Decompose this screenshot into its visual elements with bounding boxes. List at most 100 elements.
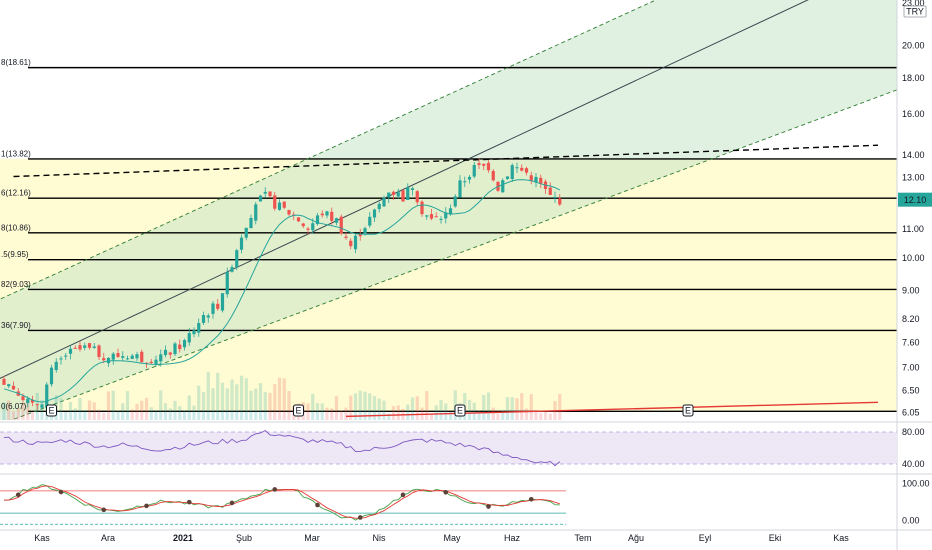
candle-body[interactable] <box>387 192 391 198</box>
candle-body[interactable] <box>273 195 277 209</box>
candle-body[interactable] <box>396 192 400 197</box>
candle-body[interactable] <box>510 165 514 180</box>
candle-body[interactable] <box>249 217 253 229</box>
candle-body[interactable] <box>325 211 329 216</box>
candle-body[interactable] <box>401 190 405 202</box>
candle-body[interactable] <box>529 175 533 181</box>
candle-body[interactable] <box>26 398 30 404</box>
candle-body[interactable] <box>206 315 210 318</box>
candle-body[interactable] <box>306 228 310 230</box>
time-axis[interactable]: Kas Ara 2021 Şub Mar Nis May Haz Tem Ağu Eyl Eki Kas <box>34 533 849 543</box>
candle-body[interactable] <box>263 191 267 194</box>
candle-body[interactable] <box>178 344 182 350</box>
candle-body[interactable] <box>287 210 291 215</box>
candle-body[interactable] <box>524 168 529 173</box>
rsi-pane[interactable]: 80.00 40.00 <box>0 427 925 469</box>
candle-body[interactable] <box>225 272 229 295</box>
candle-body[interactable] <box>439 218 443 220</box>
candle-body[interactable] <box>59 358 63 360</box>
candle-body[interactable] <box>235 250 239 268</box>
candle-body[interactable] <box>168 352 172 355</box>
candle-body[interactable] <box>472 165 476 177</box>
candle-body[interactable] <box>182 340 187 348</box>
stochastic-pane[interactable]: 100.00 0.00 <box>0 478 930 526</box>
candle-body[interactable] <box>553 196 557 198</box>
candle-body[interactable] <box>173 343 177 355</box>
candle-body[interactable] <box>130 355 134 359</box>
candle-body[interactable] <box>11 385 16 390</box>
candle-body[interactable] <box>520 167 524 171</box>
candle-body[interactable] <box>406 186 410 200</box>
candle-body[interactable] <box>453 196 457 207</box>
candle-body[interactable] <box>372 209 377 218</box>
candle-body[interactable] <box>268 191 272 197</box>
candle-body[interactable] <box>458 180 462 198</box>
candle-body[interactable] <box>505 176 510 179</box>
candle-body[interactable] <box>344 236 348 238</box>
candle-body[interactable] <box>391 191 396 195</box>
candle-body[interactable] <box>491 170 495 181</box>
candle-body[interactable] <box>54 361 58 370</box>
candle-body[interactable] <box>353 235 358 250</box>
candle-body[interactable] <box>135 354 139 359</box>
candle-body[interactable] <box>548 187 552 195</box>
candle-body[interactable] <box>239 237 244 250</box>
candle-body[interactable] <box>78 345 82 350</box>
candle-body[interactable] <box>486 162 491 171</box>
candle-body[interactable] <box>201 315 206 323</box>
candle-body[interactable] <box>230 267 234 272</box>
candle-body[interactable] <box>349 240 353 247</box>
candle-body[interactable] <box>73 347 77 349</box>
candle-body[interactable] <box>92 346 96 348</box>
price-axis[interactable]: 6.056.507.007.608.209.0010.0011.0012.001… <box>898 0 932 417</box>
candle-body[interactable] <box>282 201 286 208</box>
candle-body[interactable] <box>64 355 68 357</box>
candle-body[interactable] <box>87 343 92 348</box>
candle-body[interactable] <box>363 228 367 234</box>
candle-body[interactable] <box>163 349 168 356</box>
candle-body[interactable] <box>434 216 438 218</box>
candle-body[interactable] <box>49 367 54 385</box>
candle-body[interactable] <box>244 227 248 238</box>
candle-body[interactable] <box>339 216 343 234</box>
candle-body[interactable] <box>425 215 429 217</box>
candle-body[interactable] <box>277 202 282 210</box>
candle-body[interactable] <box>97 345 101 358</box>
candle-body[interactable] <box>216 303 220 309</box>
candle-body[interactable] <box>429 214 434 219</box>
candle-body[interactable] <box>83 345 87 348</box>
candle-body[interactable] <box>121 356 125 358</box>
candle-body[interactable] <box>192 330 196 335</box>
candle-body[interactable] <box>211 303 215 314</box>
candle-body[interactable] <box>382 197 386 207</box>
candle-body[interactable] <box>254 204 258 221</box>
candle-body[interactable] <box>368 216 372 226</box>
candle-body[interactable] <box>415 191 419 203</box>
candle-body[interactable] <box>467 176 472 180</box>
candle-body[interactable] <box>334 218 339 223</box>
candle-body[interactable] <box>149 361 153 363</box>
candle-body[interactable] <box>296 217 301 222</box>
candle-body[interactable] <box>159 354 163 362</box>
candle-body[interactable] <box>420 201 424 215</box>
candle-body[interactable] <box>311 223 315 231</box>
candle-body[interactable] <box>102 358 106 361</box>
candle-body[interactable] <box>320 213 324 216</box>
candle-body[interactable] <box>477 163 481 165</box>
candle-body[interactable] <box>410 188 415 190</box>
candle-body[interactable] <box>140 351 144 363</box>
candle-body[interactable] <box>330 211 334 221</box>
candle-body[interactable] <box>154 359 158 364</box>
candle-body[interactable] <box>111 353 115 360</box>
chart-svg[interactable]: E E E E 0(6.07) 36(7.90) 82(9.03) .5(9.95) 8(10.… <box>0 0 932 550</box>
candle-body[interactable] <box>482 163 486 166</box>
candle-body[interactable] <box>301 223 305 227</box>
candle-body[interactable] <box>40 404 44 408</box>
candle-body[interactable] <box>7 384 11 387</box>
candle-body[interactable] <box>21 396 25 401</box>
candle-body[interactable] <box>463 181 467 183</box>
candle-body[interactable] <box>45 384 49 408</box>
candle-body[interactable] <box>558 198 562 205</box>
candle-body[interactable] <box>125 358 130 360</box>
candle-body[interactable] <box>68 348 73 354</box>
